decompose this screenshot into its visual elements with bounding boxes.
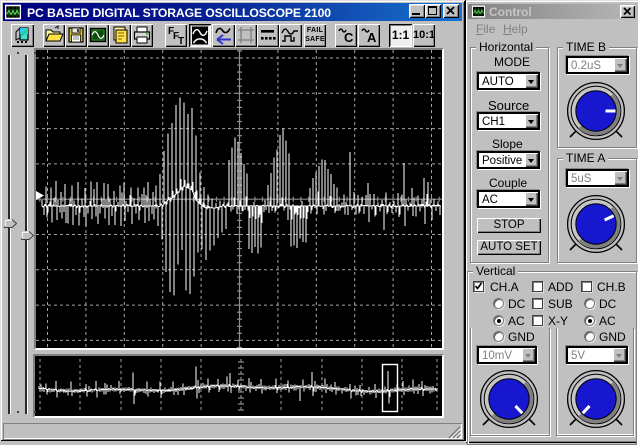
svg-text:T: T (178, 36, 184, 47)
svg-text:A: A (367, 30, 377, 45)
svg-text:C: C (344, 30, 354, 45)
